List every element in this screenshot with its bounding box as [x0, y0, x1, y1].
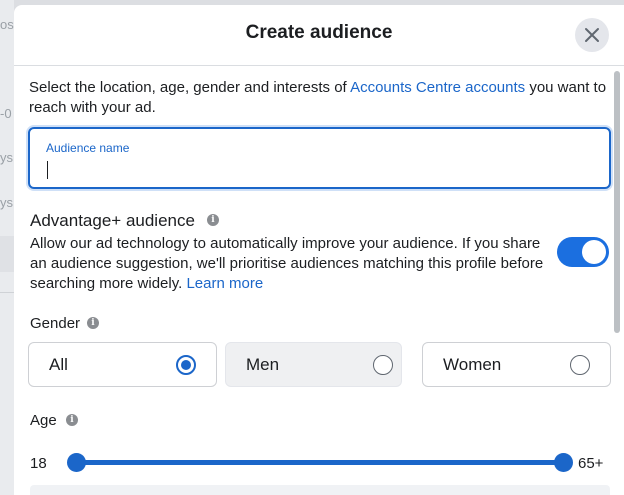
info-icon[interactable]: i [87, 317, 99, 329]
dialog-title: Create audience [245, 22, 393, 43]
text-cursor [47, 161, 48, 179]
radio-button[interactable] [570, 355, 590, 375]
advantage-audience-description: Allow our ad technology to automatically… [30, 234, 555, 294]
close-button[interactable] [575, 18, 609, 52]
create-audience-dialog: Create audience Select the location, age… [14, 5, 624, 495]
scrollbar[interactable] [614, 71, 620, 333]
accounts-centre-link[interactable]: Accounts Centre accounts [350, 79, 525, 96]
background-box [0, 236, 14, 272]
age-label: Age [30, 412, 57, 429]
background-text: os [0, 17, 14, 32]
radio-button[interactable] [373, 355, 393, 375]
age-range-track[interactable] [76, 460, 566, 465]
gender-option-label: Men [246, 355, 280, 374]
background-page: os -0 ys ys [0, 0, 14, 495]
background-divider [0, 292, 14, 293]
audience-name-label: Audience name [46, 141, 130, 155]
radio-button-checked[interactable] [176, 355, 196, 375]
gender-option-label: All [49, 355, 68, 374]
background-text: ys [0, 150, 13, 165]
audience-name-input[interactable] [44, 157, 594, 181]
learn-more-link[interactable]: Learn more [186, 275, 263, 292]
gender-label: Gender [30, 315, 81, 332]
background-text: ys [0, 195, 13, 210]
age-max-handle[interactable] [554, 453, 573, 472]
advantage-audience-toggle[interactable] [557, 237, 609, 267]
age-max-value: 65+ [578, 455, 604, 472]
advantage-audience-title: Advantage+ audience [30, 211, 195, 230]
audience-name-field[interactable]: Audience name [28, 127, 611, 189]
info-icon[interactable]: i [66, 414, 78, 426]
gender-option-label: Women [443, 355, 502, 374]
age-min-value: 18 [30, 455, 47, 472]
gender-option-men[interactable]: Men [225, 342, 402, 387]
description-text: Select the location, age, gender and int… [29, 79, 351, 96]
close-icon [585, 28, 599, 42]
audience-description: Select the location, age, gender and int… [29, 78, 614, 118]
gender-option-all[interactable]: All [28, 342, 217, 387]
gender-option-women[interactable]: Women [422, 342, 611, 387]
dialog-header: Create audience [14, 5, 624, 66]
advantage-description-text: Allow our ad technology to automatically… [30, 235, 544, 292]
toggle-knob [582, 240, 606, 264]
age-min-handle[interactable] [67, 453, 86, 472]
background-text: -0 [0, 106, 12, 121]
next-section-placeholder [30, 485, 610, 495]
info-icon[interactable]: i [207, 214, 219, 226]
